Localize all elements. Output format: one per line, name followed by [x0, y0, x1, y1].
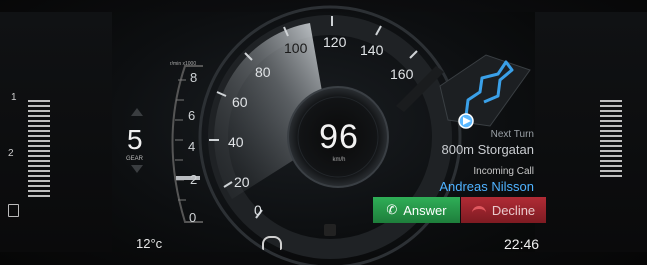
speed-tick-120: 120: [323, 34, 347, 50]
next-turn-label: Next Turn: [490, 129, 534, 140]
next-turn-distance: 800m Storgatan: [441, 142, 534, 157]
incoming-call-label: Incoming Call: [473, 166, 534, 177]
answer-button[interactable]: ✆ Answer: [373, 197, 460, 223]
decline-label: Decline: [491, 202, 536, 218]
speed-limiter-icon: [262, 236, 282, 250]
gear-up-icon: [131, 108, 143, 116]
speed-tick-80: 80: [255, 64, 271, 80]
speed-tick-100: 100: [284, 40, 308, 56]
gear-label: GEAR: [126, 156, 144, 162]
phone-answer-icon: ✆: [386, 202, 398, 217]
outside-temperature: 12°c: [136, 236, 163, 251]
speed-unit: km/h: [332, 157, 346, 163]
rpm-tick-0: 0: [189, 210, 197, 225]
rpm-tick-8: 8: [190, 70, 198, 85]
center-indicator: [324, 224, 336, 236]
rpm-tick-4: 4: [188, 139, 196, 154]
rpm-tick-6: 6: [188, 108, 196, 123]
speed-tick-0: 0: [254, 202, 262, 218]
speed-tick-160: 160: [390, 66, 414, 82]
speed-tick-140: 140: [360, 42, 384, 58]
gear-indicator: 5: [127, 124, 143, 155]
rpm-unit-label: r/min x1000: [170, 61, 197, 67]
answer-label: Answer: [403, 202, 447, 218]
decline-button[interactable]: Decline: [461, 197, 546, 223]
caller-name: Andreas Nilsson: [439, 179, 534, 194]
speed-tick-20: 20: [234, 174, 250, 190]
clock: 22:46: [504, 236, 540, 252]
phone-decline-icon: [471, 205, 486, 215]
gear-down-icon: [131, 165, 143, 173]
rpm-tick-2: 2: [190, 172, 198, 187]
speed-tick-60: 60: [232, 94, 248, 110]
current-speed: 96: [319, 118, 359, 156]
speed-tick-40: 40: [228, 134, 244, 150]
map-route: [439, 54, 531, 129]
